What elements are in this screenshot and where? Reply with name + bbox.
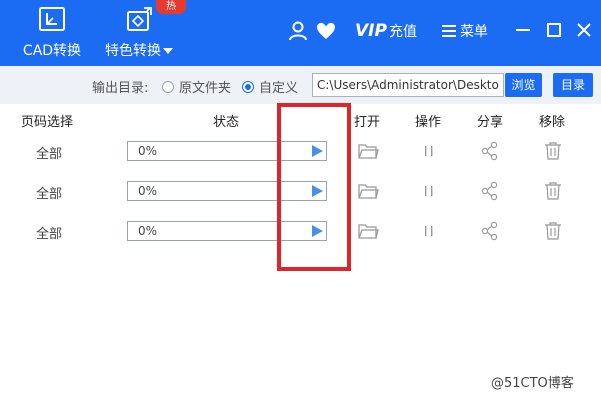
radio-custom-folder[interactable]: 自定义 bbox=[242, 77, 298, 96]
vip-recharge-label: 充值 bbox=[388, 24, 417, 40]
pause-icon[interactable] bbox=[418, 220, 440, 242]
header-open: 打开 bbox=[354, 115, 381, 130]
share-icon[interactable] bbox=[479, 140, 501, 162]
radio-circle[interactable] bbox=[162, 80, 174, 93]
special-convert-icon bbox=[127, 7, 152, 31]
header-pages: 页码选择 bbox=[21, 115, 74, 130]
play-icon[interactable] bbox=[311, 185, 323, 197]
hamburger-icon bbox=[442, 25, 456, 37]
hot-badge: 热 bbox=[156, 0, 186, 14]
progress-bar: 0% bbox=[127, 141, 327, 161]
caret-down-icon bbox=[163, 48, 173, 54]
radio-original-folder[interactable]: 原文件夹 bbox=[162, 77, 231, 96]
radio-circle-selected[interactable] bbox=[242, 80, 254, 93]
output-directory-bar: 输出目录: 原文件夹 自定义 C:\Users\Administrator\De… bbox=[0, 66, 601, 104]
folder-icon[interactable] bbox=[357, 140, 379, 162]
pause-icon[interactable] bbox=[418, 180, 440, 202]
vip-mark: VIP bbox=[355, 21, 387, 41]
open-directory-button[interactable]: 目录 bbox=[553, 73, 593, 97]
watermark: @51CTO博客 bbox=[491, 376, 574, 391]
output-directory-label: 输出目录: bbox=[92, 81, 149, 96]
trash-icon[interactable] bbox=[542, 140, 564, 162]
progress-bar: 0% bbox=[127, 221, 327, 241]
progress-text: 0% bbox=[138, 144, 158, 158]
output-path-input[interactable]: C:\Users\Administrator\Deskto bbox=[312, 73, 504, 97]
header-share: 分享 bbox=[477, 115, 504, 130]
table-row: 全部 0% bbox=[0, 131, 601, 171]
progress-text: 0% bbox=[138, 224, 158, 238]
share-icon[interactable] bbox=[479, 180, 501, 202]
user-icon[interactable] bbox=[287, 20, 309, 42]
pause-icon[interactable] bbox=[418, 140, 440, 162]
row-pages: 全部 bbox=[36, 227, 63, 242]
top-toolbar: CAD转换 特色转换 热 VIP 充值 菜单 bbox=[0, 0, 601, 66]
play-icon[interactable] bbox=[311, 225, 323, 237]
header-operate: 操作 bbox=[415, 115, 442, 130]
progress-text: 0% bbox=[138, 184, 158, 198]
row-pages: 全部 bbox=[36, 187, 63, 202]
header-status: 状态 bbox=[213, 115, 240, 130]
heart-icon[interactable] bbox=[315, 20, 337, 42]
table-row: 全部 0% bbox=[0, 171, 601, 211]
menu-button[interactable]: 菜单 bbox=[442, 20, 488, 42]
cad-convert-button[interactable]: CAD转换 bbox=[14, 0, 90, 66]
progress-bar: 0% bbox=[127, 181, 327, 201]
close-icon[interactable] bbox=[574, 20, 594, 40]
trash-icon[interactable] bbox=[542, 220, 564, 242]
minimize-icon[interactable] bbox=[513, 20, 533, 40]
radio-original-label: 原文件夹 bbox=[179, 81, 232, 96]
row-pages: 全部 bbox=[36, 147, 63, 162]
cad-icon bbox=[39, 7, 65, 31]
vip-recharge-button[interactable]: VIP 充值 bbox=[355, 20, 417, 42]
browse-button[interactable]: 浏览 bbox=[505, 73, 542, 97]
folder-icon[interactable] bbox=[357, 220, 379, 242]
share-icon[interactable] bbox=[479, 220, 501, 242]
cad-convert-label: CAD转换 bbox=[22, 43, 82, 59]
play-icon[interactable] bbox=[311, 145, 323, 157]
table-row: 全部 0% bbox=[0, 211, 601, 251]
trash-icon[interactable] bbox=[542, 180, 564, 202]
table-header: 页码选择 状态 打开 操作 分享 移除 bbox=[0, 104, 601, 132]
maximize-icon[interactable] bbox=[544, 20, 564, 40]
special-convert-label: 特色转换 bbox=[98, 40, 180, 60]
folder-icon[interactable] bbox=[357, 180, 379, 202]
menu-label: 菜单 bbox=[460, 24, 488, 40]
header-remove: 移除 bbox=[539, 115, 566, 130]
radio-custom-label: 自定义 bbox=[259, 81, 299, 96]
